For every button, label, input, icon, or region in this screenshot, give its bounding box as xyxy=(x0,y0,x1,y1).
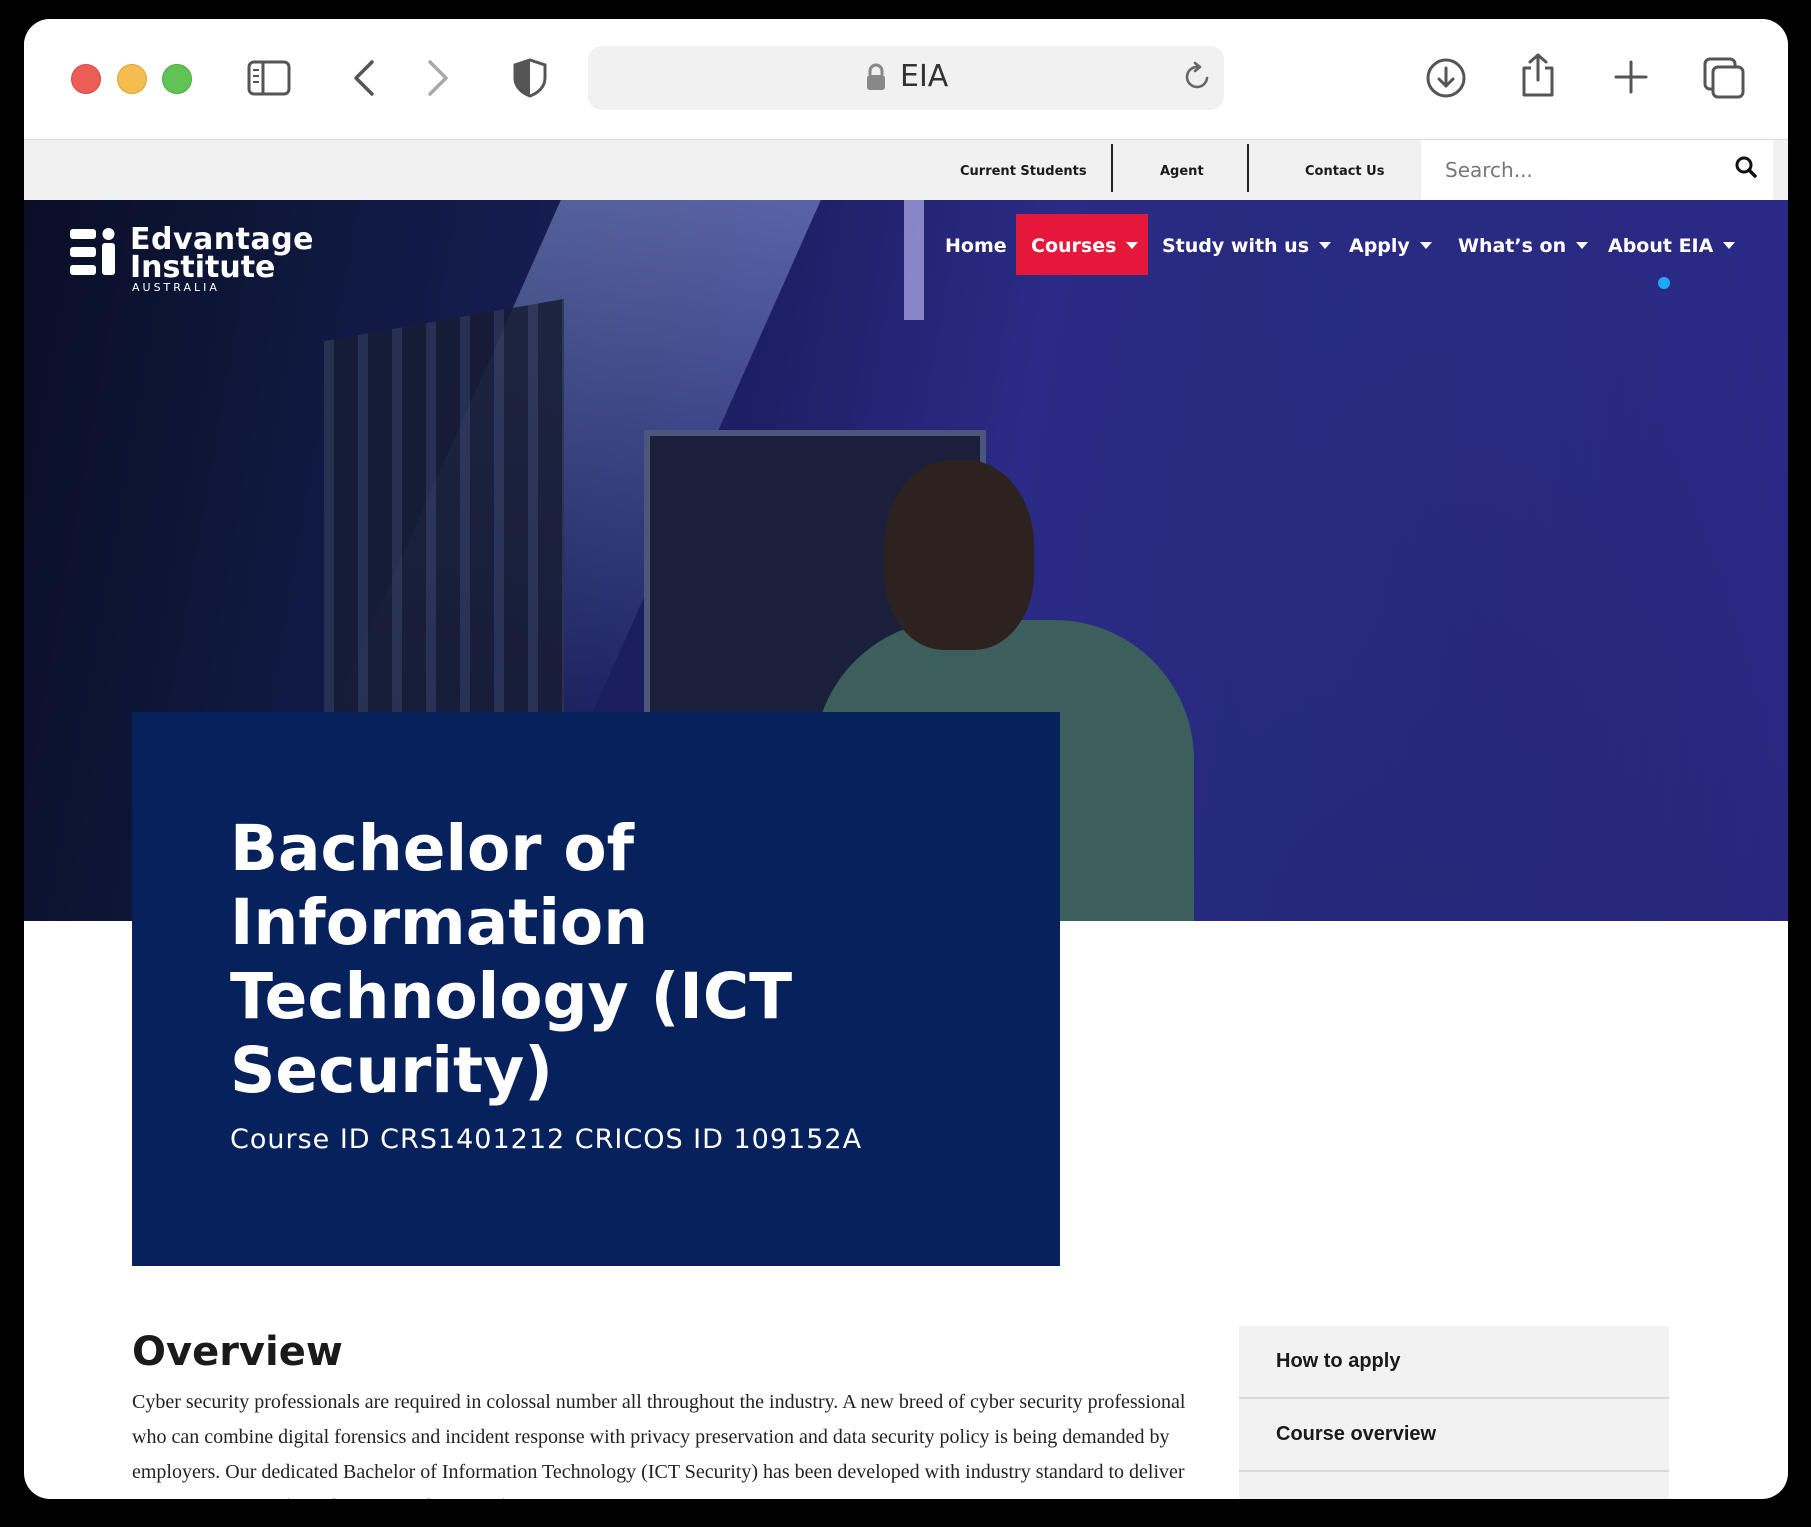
search-input[interactable] xyxy=(1443,152,1717,188)
reload-icon[interactable] xyxy=(1184,61,1212,96)
util-link-contact-us[interactable]: Contact Us xyxy=(1305,164,1384,179)
course-side-nav: How to apply Course overview xyxy=(1239,1326,1669,1499)
minimize-window-button[interactable] xyxy=(117,64,147,94)
tab-overview-icon[interactable] xyxy=(1703,57,1745,99)
search-icon[interactable] xyxy=(1735,156,1757,183)
share-icon[interactable] xyxy=(1519,52,1557,98)
util-link-current-students[interactable]: Current Students xyxy=(960,164,1087,179)
overview-text: Cyber security professionals are require… xyxy=(132,1391,1186,1499)
nav-label: Apply xyxy=(1349,235,1410,257)
sidebar-toggle-icon[interactable] xyxy=(247,60,291,96)
nav-label: Home xyxy=(945,235,1007,257)
nav-item-courses[interactable]: Courses xyxy=(1031,235,1139,275)
caret-down-icon xyxy=(1723,242,1736,249)
forward-icon[interactable] xyxy=(426,59,450,97)
logo-wordmark: Institute xyxy=(130,250,276,285)
util-link-agent[interactable]: Agent xyxy=(1160,164,1204,179)
sidenav-item-course-overview[interactable]: Course overview xyxy=(1239,1399,1669,1472)
nav-item-study-with-us[interactable]: Study with us xyxy=(1162,235,1332,275)
caret-down-icon xyxy=(1419,242,1432,249)
caret-down-icon xyxy=(1576,242,1589,249)
nav-item-whats-on[interactable]: What’s on xyxy=(1458,235,1589,275)
caret-down-icon xyxy=(1126,242,1139,249)
course-title-card: Bachelor of Information Technology (ICT … xyxy=(132,712,1060,1266)
new-tab-icon[interactable] xyxy=(1614,60,1648,94)
nav-label: Study with us xyxy=(1162,235,1310,257)
close-window-button[interactable] xyxy=(71,64,101,94)
course-title: Bachelor of Information Technology (ICT … xyxy=(230,812,793,1107)
downloads-icon[interactable] xyxy=(1425,57,1467,99)
divider xyxy=(1111,144,1113,192)
sidenav-item-how-to-apply[interactable]: How to apply xyxy=(1239,1326,1669,1399)
eia-logo-icon[interactable] xyxy=(68,227,120,284)
nav-item-apply[interactable]: Apply xyxy=(1349,235,1432,275)
nav-indicator-dot xyxy=(1658,277,1670,289)
divider xyxy=(1247,144,1249,192)
viewport: EIA Current Students Agent Contact Us Se… xyxy=(24,19,1788,1499)
search-box xyxy=(1421,140,1773,200)
course-id: Course ID CRS1401212 CRICOS ID 109152A xyxy=(230,1124,863,1155)
sidenav-item[interactable] xyxy=(1239,1472,1669,1499)
url-text: EIA xyxy=(900,59,949,94)
overview-heading: Overview xyxy=(132,1329,343,1375)
lock-icon xyxy=(866,63,886,96)
nav-item-about-eia[interactable]: About EIA xyxy=(1608,235,1736,275)
logo-tagline: AUSTRALIA xyxy=(132,281,220,294)
caret-down-icon xyxy=(1319,242,1332,249)
back-icon[interactable] xyxy=(352,59,376,97)
maximize-window-button[interactable] xyxy=(162,64,192,94)
nav-label: Courses xyxy=(1031,235,1117,257)
privacy-shield-icon[interactable] xyxy=(512,58,548,98)
nav-label: About EIA xyxy=(1608,235,1714,257)
nav-label: What’s on xyxy=(1458,235,1567,257)
nav-item-home[interactable]: Home xyxy=(945,235,1007,275)
